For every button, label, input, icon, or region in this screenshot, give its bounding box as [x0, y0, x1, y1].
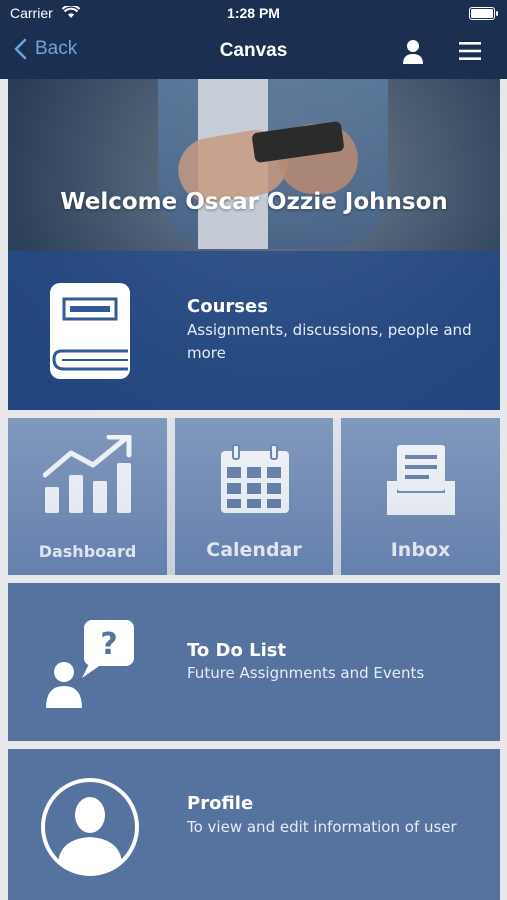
page-title: Canvas: [219, 40, 288, 61]
status-bar: Carrier 1:28 PM: [0, 0, 507, 28]
book-icon: [50, 283, 130, 379]
dashboard-label: Dashboard: [38, 542, 137, 561]
dashboard-tile[interactable]: Dashboard: [8, 418, 167, 575]
user-icon[interactable]: [402, 39, 424, 65]
calendar-icon: [221, 444, 289, 513]
calendar-label: Calendar: [206, 539, 302, 561]
todo-title: To Do List: [187, 640, 287, 661]
profile-silhouette-icon: [41, 778, 139, 876]
courses-tile[interactable]: Courses Assignments, discussions, people…: [8, 251, 500, 410]
inbox-icon: [387, 445, 455, 515]
inbox-tile[interactable]: Inbox: [341, 418, 500, 575]
status-time: 1:28 PM: [227, 5, 280, 21]
profile-title: Profile: [187, 793, 254, 814]
svg-text:?: ?: [100, 627, 117, 662]
inbox-label: Inbox: [390, 539, 451, 561]
profile-tile[interactable]: Profile To view and edit information of …: [8, 749, 500, 900]
calendar-tile[interactable]: Calendar: [175, 418, 333, 575]
chart-icon: [43, 435, 132, 513]
courses-subtitle: Assignments, discussions, people and mor…: [187, 321, 472, 362]
menu-icon[interactable]: [459, 42, 481, 60]
todo-subtitle: Future Assignments and Events: [187, 664, 425, 682]
battery-icon: [469, 7, 498, 20]
courses-title: Courses: [187, 296, 268, 317]
home-content: Welcome Oscar Ozzie Johnson Courses Assi…: [0, 79, 507, 900]
welcome-heading: Welcome Oscar Ozzie Johnson: [60, 189, 448, 215]
profile-subtitle: To view and edit information of user: [187, 818, 457, 836]
question-chat-icon: ?: [46, 620, 134, 708]
nav-bar: Back Canvas: [0, 28, 507, 79]
todo-tile[interactable]: ? To Do List Future Assignments and Even…: [8, 583, 500, 741]
